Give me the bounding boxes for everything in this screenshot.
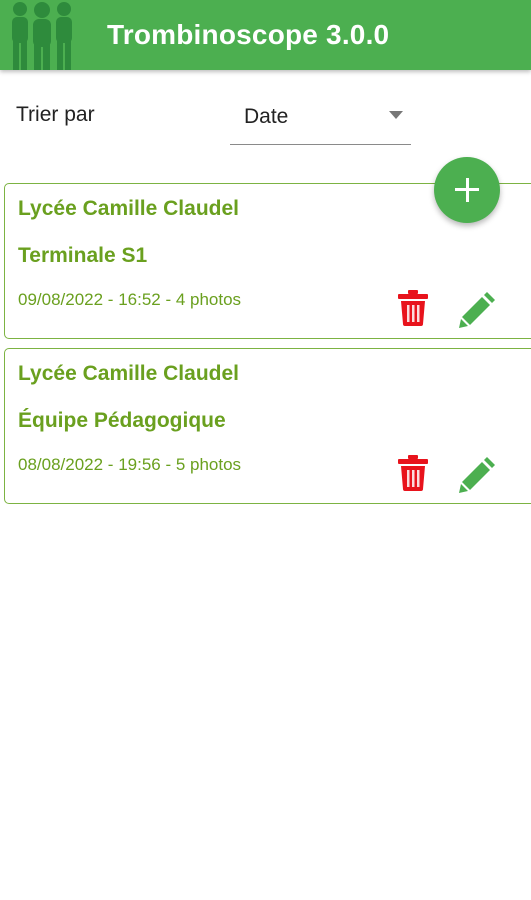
people-group-icon	[12, 2, 72, 70]
card-meta: 09/08/2022 - 16:52 - 4 photos	[18, 290, 242, 309]
sort-selected-value: Date	[244, 105, 289, 128]
album-card[interactable]: Lycée Camille Claudel Équipe Pédagogique…	[4, 348, 531, 504]
card-group: Terminale S1	[18, 244, 148, 267]
card-school: Lycée Camille Claudel	[18, 197, 239, 220]
sort-select[interactable]: Date	[230, 96, 411, 145]
sort-label: Trier par	[16, 103, 95, 126]
app-title: Trombinoscope 3.0.0	[107, 19, 390, 50]
pencil-icon[interactable]	[459, 455, 497, 493]
app-bar: Trombinoscope 3.0.0	[0, 0, 531, 70]
card-school: Lycée Camille Claudel	[18, 362, 239, 385]
trash-icon[interactable]	[398, 290, 428, 326]
dropdown-arrow-icon	[389, 111, 403, 119]
pencil-icon[interactable]	[459, 290, 497, 328]
card-group: Équipe Pédagogique	[18, 409, 226, 432]
trash-icon[interactable]	[398, 455, 428, 491]
add-album-button[interactable]	[434, 157, 500, 223]
card-meta: 08/08/2022 - 19:56 - 5 photos	[18, 455, 242, 474]
